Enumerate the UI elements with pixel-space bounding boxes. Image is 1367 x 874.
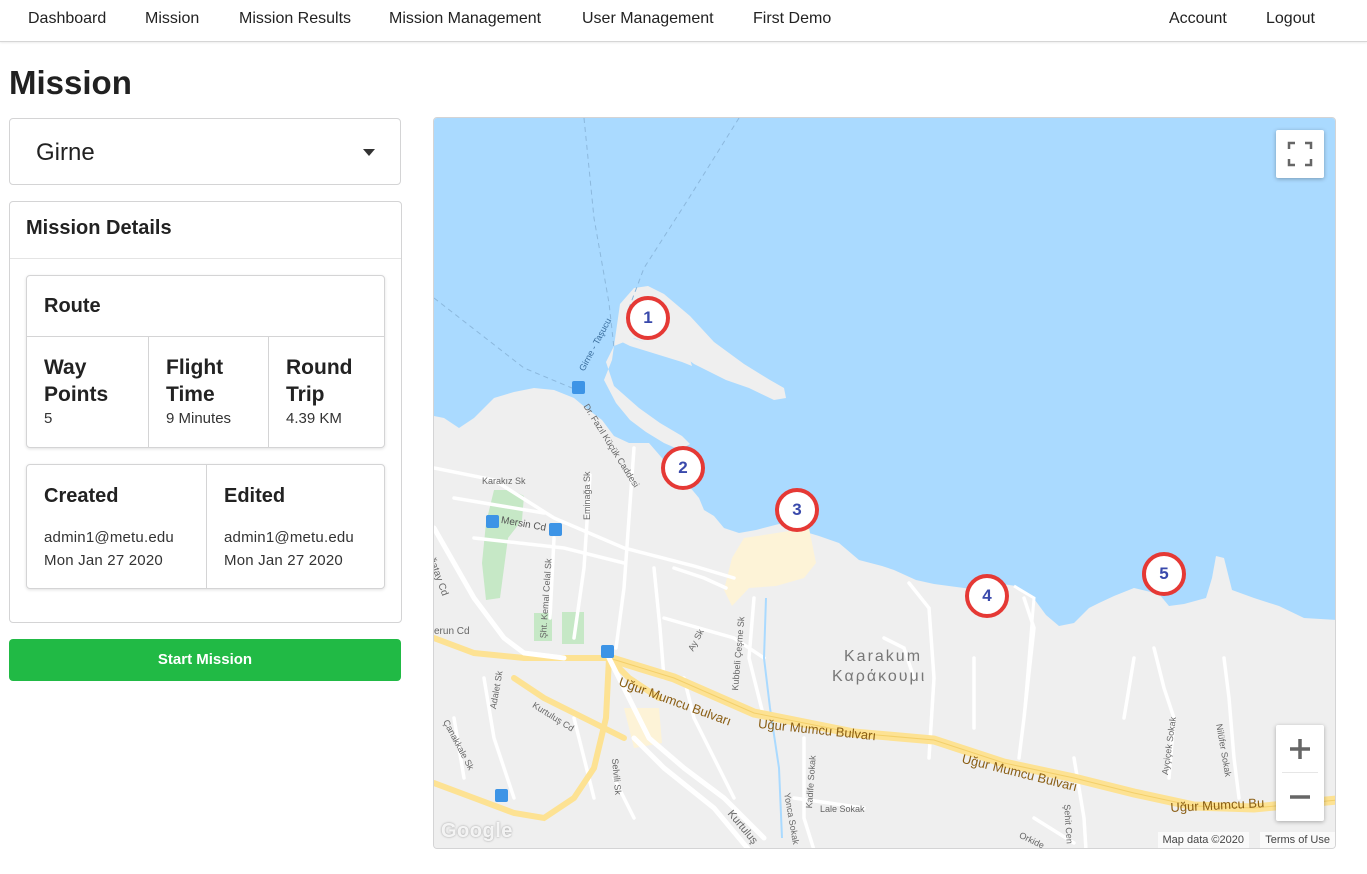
created-info: Created admin1@metu.edu Mon Jan 27 2020 bbox=[27, 465, 206, 588]
fullscreen-button[interactable] bbox=[1276, 130, 1324, 178]
stat-value: 5 bbox=[44, 410, 53, 427]
mission-select-value: Girne bbox=[36, 139, 95, 166]
mission-map[interactable]: Karakum Καράκουμι Uğur Mumcu Bulvarı Uğu… bbox=[433, 117, 1336, 849]
route-title: Route bbox=[44, 295, 101, 317]
edited-date: Mon Jan 27 2020 bbox=[224, 552, 343, 569]
top-navigation: Dashboard Mission Mission Results Missio… bbox=[0, 0, 1367, 42]
stat-value: 9 Minutes bbox=[166, 410, 232, 427]
waypoint-marker-1[interactable]: 1 bbox=[626, 296, 670, 340]
meta-card: Created admin1@metu.edu Mon Jan 27 2020 … bbox=[26, 464, 385, 589]
created-user: admin1@metu.edu bbox=[44, 529, 174, 546]
minus-icon bbox=[1290, 795, 1310, 799]
start-mission-button[interactable]: Start Mission bbox=[9, 639, 401, 681]
terms-of-use-link[interactable]: Terms of Use bbox=[1260, 832, 1335, 848]
stat-flight-time: Flight Time 9 Minutes bbox=[148, 337, 268, 448]
waypoint-marker-3[interactable]: 3 bbox=[775, 488, 819, 532]
caret-down-icon bbox=[363, 149, 375, 156]
route-header: Route bbox=[27, 276, 384, 337]
zoom-in-button[interactable] bbox=[1276, 725, 1324, 773]
mission-details-card: Mission Details Route Way Points 5 Fligh… bbox=[9, 201, 402, 623]
edited-info: Edited admin1@metu.edu Mon Jan 27 2020 bbox=[206, 465, 384, 588]
google-logo: Google bbox=[441, 820, 513, 842]
stat-value: 4.39 KM bbox=[286, 410, 342, 427]
mission-details-header: Mission Details bbox=[10, 202, 401, 259]
waypoint-marker-5[interactable]: 5 bbox=[1142, 552, 1186, 596]
stat-label: Flight Time bbox=[166, 356, 224, 406]
nav-mission-management[interactable]: Mission Management bbox=[389, 10, 541, 28]
edited-user: admin1@metu.edu bbox=[224, 529, 354, 546]
stat-round-trip: Round Trip 4.39 KM bbox=[268, 337, 385, 448]
nav-mission-results[interactable]: Mission Results bbox=[239, 10, 351, 28]
waypoint-marker-4[interactable]: 4 bbox=[965, 574, 1009, 618]
nav-user-management[interactable]: User Management bbox=[582, 10, 714, 28]
created-label: Created bbox=[44, 485, 119, 507]
zoom-control bbox=[1276, 725, 1324, 821]
nav-mission[interactable]: Mission bbox=[145, 10, 199, 28]
stat-label: Way Points bbox=[44, 356, 109, 406]
waypoint-marker-2[interactable]: 2 bbox=[661, 446, 705, 490]
fullscreen-icon bbox=[1287, 141, 1313, 167]
route-card: Route Way Points 5 Flight Time 9 Minutes… bbox=[26, 275, 385, 448]
zoom-out-button[interactable] bbox=[1276, 773, 1324, 821]
created-date: Mon Jan 27 2020 bbox=[44, 552, 163, 569]
plus-icon bbox=[1290, 739, 1310, 759]
nav-logout[interactable]: Logout bbox=[1266, 10, 1315, 28]
stat-label: Round Trip bbox=[286, 356, 353, 406]
map-basemap bbox=[434, 118, 1335, 848]
nav-account[interactable]: Account bbox=[1169, 10, 1227, 28]
map-data-attribution: Map data ©2020 bbox=[1157, 832, 1249, 848]
mission-details-title: Mission Details bbox=[26, 217, 172, 239]
stat-way-points: Way Points 5 bbox=[27, 337, 148, 448]
page-title: Mission bbox=[9, 64, 132, 101]
edited-label: Edited bbox=[224, 485, 286, 507]
nav-first-demo[interactable]: First Demo bbox=[753, 10, 831, 28]
mission-select[interactable]: Girne bbox=[9, 118, 401, 185]
nav-dashboard[interactable]: Dashboard bbox=[28, 10, 106, 28]
